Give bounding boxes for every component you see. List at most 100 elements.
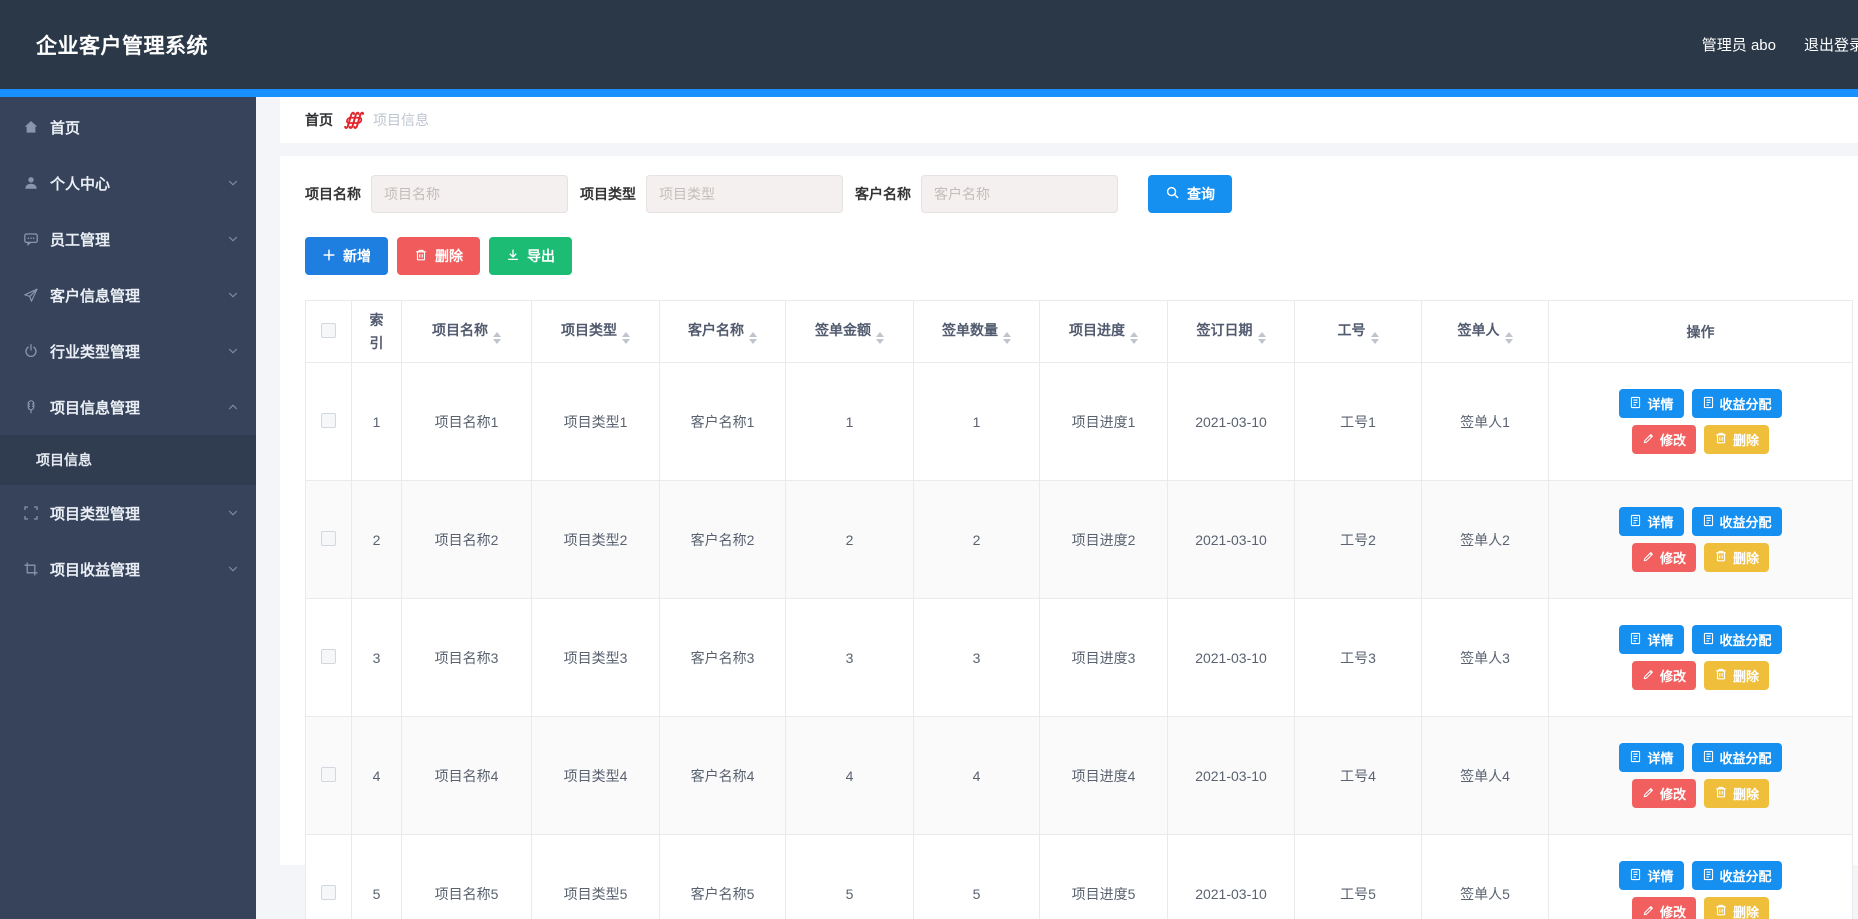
- customer-name-input[interactable]: [921, 175, 1118, 213]
- sort-icon[interactable]: [1130, 332, 1138, 344]
- document-icon: [1629, 750, 1642, 766]
- column-header-amount[interactable]: 签单金额: [786, 301, 914, 363]
- detail-button[interactable]: 详情: [1619, 507, 1683, 536]
- project-name-label: 项目名称: [305, 184, 361, 204]
- sidebar-item-customer-info[interactable]: 客户信息管理: [0, 267, 256, 323]
- row-delete-button[interactable]: 删除: [1704, 779, 1769, 808]
- cell-name: 项目名称5: [402, 835, 532, 919]
- sidebar-item-industry-type[interactable]: 行业类型管理: [0, 323, 256, 379]
- column-header-work-no[interactable]: 工号: [1295, 301, 1422, 363]
- edit-button[interactable]: 修改: [1632, 779, 1696, 808]
- detail-button[interactable]: 详情: [1619, 861, 1683, 890]
- row-checkbox[interactable]: [321, 531, 336, 546]
- sort-icon[interactable]: [876, 332, 884, 344]
- column-header-quantity[interactable]: 签单数量: [914, 301, 1040, 363]
- edit-button[interactable]: 修改: [1632, 897, 1696, 919]
- cell-quantity: 5: [914, 835, 1040, 919]
- row-checkbox[interactable]: [321, 649, 336, 664]
- row-delete-button[interactable]: 删除: [1704, 425, 1769, 454]
- table-row: 2项目名称2项目类型2客户名称222项目进度22021-03-10工号2签单人2…: [306, 481, 1853, 599]
- toolbar: 新增 删除 导出: [305, 237, 1852, 275]
- breadcrumb: 首页 ∰ 项目信息: [280, 97, 1858, 143]
- export-button[interactable]: 导出: [489, 237, 572, 275]
- cell-index: 1: [352, 363, 402, 481]
- sort-icon[interactable]: [493, 332, 501, 344]
- project-name-input[interactable]: [371, 175, 568, 213]
- profit-allocate-button[interactable]: 收益分配: [1692, 389, 1782, 418]
- column-header-date[interactable]: 签订日期: [1168, 301, 1295, 363]
- query-button[interactable]: 查询: [1148, 175, 1232, 213]
- row-delete-button[interactable]: 删除: [1704, 661, 1769, 690]
- edit-button[interactable]: 修改: [1632, 425, 1696, 454]
- column-header-name[interactable]: 项目名称: [402, 301, 532, 363]
- add-button[interactable]: 新增: [305, 237, 388, 275]
- app-title: 企业客户管理系统: [36, 30, 208, 60]
- table-row: 3项目名称3项目类型3客户名称333项目进度32021-03-10工号3签单人3…: [306, 599, 1853, 717]
- plus-icon: [322, 248, 336, 265]
- select-all-header-cell: [306, 301, 352, 363]
- row-delete-button[interactable]: 删除: [1704, 543, 1769, 572]
- project-type-input[interactable]: [646, 175, 843, 213]
- profit-allocate-button[interactable]: 收益分配: [1692, 625, 1782, 654]
- accent-strip: [0, 89, 1858, 97]
- trash-icon: [1714, 549, 1728, 566]
- projects-table: 索引项目名称项目类型客户名称签单金额签单数量项目进度签订日期工号签单人操作 1项…: [305, 300, 1853, 919]
- pencil-icon: [1642, 904, 1655, 919]
- row-checkbox[interactable]: [321, 413, 336, 428]
- cell-customer: 客户名称4: [660, 717, 786, 835]
- column-header-customer[interactable]: 客户名称: [660, 301, 786, 363]
- sort-icon[interactable]: [622, 332, 630, 344]
- row-delete-button[interactable]: 删除: [1704, 897, 1769, 919]
- detail-button[interactable]: 详情: [1619, 625, 1683, 654]
- sidebar-item-label: 首页: [50, 117, 80, 138]
- column-header-progress[interactable]: 项目进度: [1040, 301, 1168, 363]
- table-row: 5项目名称5项目类型5客户名称555项目进度52021-03-10工号5签单人5…: [306, 835, 1853, 919]
- cell-type: 项目类型5: [532, 835, 660, 919]
- profit-allocate-button[interactable]: 收益分配: [1692, 743, 1782, 772]
- table-row: 4项目名称4项目类型4客户名称444项目进度42021-03-10工号4签单人4…: [306, 717, 1853, 835]
- chevron-down-icon: [226, 232, 240, 246]
- detail-button[interactable]: 详情: [1619, 389, 1683, 418]
- user-icon: [22, 175, 39, 192]
- top-navbar: 企业客户管理系统 管理员 abo 退出登录: [0, 0, 1858, 89]
- home-icon: [22, 119, 39, 136]
- select-all-checkbox[interactable]: [321, 323, 336, 338]
- cell-type: 项目类型1: [532, 363, 660, 481]
- column-header-type[interactable]: 项目类型: [532, 301, 660, 363]
- sort-icon[interactable]: [1505, 332, 1513, 344]
- sidebar-item-project-info-mgmt[interactable]: 项目信息管理: [0, 379, 256, 435]
- row-select-cell: [306, 599, 352, 717]
- row-checkbox[interactable]: [321, 767, 336, 782]
- sidebar-item-staff-mgmt[interactable]: 员工管理: [0, 211, 256, 267]
- profit-allocate-button[interactable]: 收益分配: [1692, 507, 1782, 536]
- delete-button[interactable]: 删除: [397, 237, 480, 275]
- column-header-signer[interactable]: 签单人: [1422, 301, 1549, 363]
- breadcrumb-home[interactable]: 首页: [305, 110, 333, 130]
- cell-index: 3: [352, 599, 402, 717]
- profit-allocate-button[interactable]: 收益分配: [1692, 861, 1782, 890]
- cell-name: 项目名称4: [402, 717, 532, 835]
- sidebar-item-project-profit[interactable]: 项目收益管理: [0, 541, 256, 597]
- cell-date: 2021-03-10: [1168, 717, 1295, 835]
- sort-icon[interactable]: [1258, 332, 1266, 344]
- chevron-down-icon: [226, 176, 240, 190]
- sidebar-item-project-type[interactable]: 项目类型管理: [0, 485, 256, 541]
- current-user[interactable]: 管理员 abo: [1702, 34, 1776, 55]
- sort-icon[interactable]: [1371, 332, 1379, 344]
- sort-icon[interactable]: [749, 332, 757, 344]
- sort-icon[interactable]: [1003, 332, 1011, 344]
- cell-quantity: 1: [914, 363, 1040, 481]
- cell-progress: 项目进度1: [1040, 363, 1168, 481]
- edit-button[interactable]: 修改: [1632, 661, 1696, 690]
- sidebar-item-profile[interactable]: 个人中心: [0, 155, 256, 211]
- pencil-icon: [1642, 550, 1655, 566]
- sidebar-subitem-project-info[interactable]: 项目信息: [0, 435, 256, 485]
- detail-button[interactable]: 详情: [1619, 743, 1683, 772]
- row-checkbox[interactable]: [321, 885, 336, 900]
- logout-link[interactable]: 退出登录: [1804, 34, 1858, 55]
- edit-button[interactable]: 修改: [1632, 543, 1696, 572]
- row-select-cell: [306, 363, 352, 481]
- sidebar-item-home[interactable]: 首页: [0, 99, 256, 155]
- cell-amount: 3: [786, 599, 914, 717]
- row-select-cell: [306, 717, 352, 835]
